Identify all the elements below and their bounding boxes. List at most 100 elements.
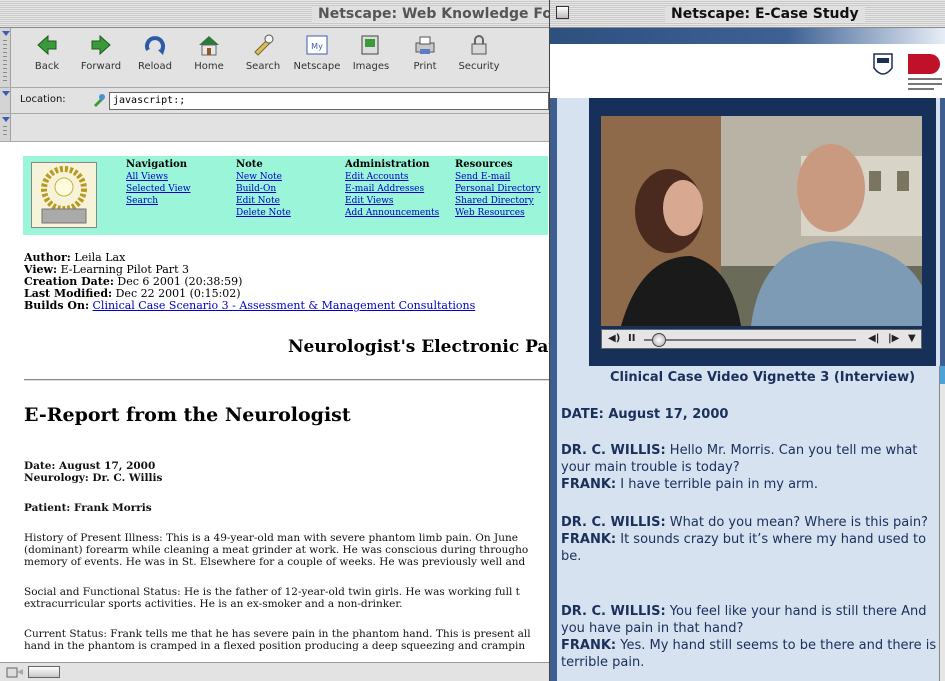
nav-link-selected-view[interactable]: Selected View — [126, 183, 191, 195]
speaker-label: FRANK: — [561, 477, 617, 492]
page-proxy-icon[interactable] — [92, 93, 106, 107]
dialogue-line: DR. C. WILLIS: You feel like your hand i… — [561, 603, 945, 637]
nav-link-personal-directory[interactable]: Personal Directory — [455, 183, 540, 195]
close-box-icon[interactable] — [556, 6, 569, 19]
volume-button[interactable]: ◀) — [608, 333, 620, 344]
lock-icon — [471, 35, 487, 55]
back-button[interactable]: Back — [19, 32, 75, 84]
pause-button[interactable]: II — [628, 333, 635, 344]
netscape-button[interactable]: My Netscape — [289, 32, 345, 84]
step-forward-button[interactable]: |▶ — [888, 333, 899, 344]
video-caption: Clinical Case Video Vignette 3 (Intervie… — [609, 370, 916, 385]
report-date-text: Date: August 17, 2000 — [24, 460, 156, 472]
back-arrow-icon — [37, 34, 57, 56]
images-button[interactable]: Images — [343, 32, 399, 84]
nav-link-delete-note[interactable]: Delete Note — [236, 207, 291, 219]
speaker-label: DR. C. WILLIS: — [561, 515, 666, 530]
header-band — [550, 28, 945, 44]
report-patient: Patient: Frank Morris — [24, 502, 152, 514]
admin-heading: Administration — [345, 159, 430, 170]
nav-link-edit-note[interactable]: Edit Note — [236, 195, 291, 207]
print-icon — [415, 36, 435, 54]
print-label: Print — [413, 61, 437, 72]
case-vertical-scrollbar[interactable] — [939, 366, 945, 681]
location-input[interactable]: javascript:; — [109, 92, 549, 110]
interview-video[interactable] — [601, 116, 922, 326]
dialogue-line: DR. C. WILLIS: Hello Mr. Morris. Can you… — [561, 442, 945, 476]
search-label: Search — [245, 61, 281, 72]
reload-icon — [145, 36, 165, 55]
forum-nav-box: Navigation All Views Selected View Searc… — [23, 156, 548, 235]
netscape-icon: My — [306, 35, 328, 55]
images-label: Images — [352, 61, 390, 72]
search-button[interactable]: Search — [235, 32, 291, 84]
dialogue-text: What do you mean? Where is this pain? — [665, 515, 928, 530]
scroll-thumb[interactable] — [28, 666, 60, 678]
nav-link-edit-accounts[interactable]: Edit Accounts — [345, 171, 439, 183]
case-header — [550, 28, 945, 98]
case-date-text: DATE: August 17, 2000 — [561, 407, 729, 422]
case-scroll-thumb[interactable] — [940, 366, 945, 384]
dialogue-block-1: DR. C. WILLIS: Hello Mr. Morris. Can you… — [561, 442, 945, 493]
case-window-title: Netscape: E-Case Study — [665, 6, 865, 22]
case-date: DATE: August 17, 2000 — [561, 406, 945, 423]
personal-collapse-grip[interactable] — [0, 114, 11, 141]
page-heading: Neurologist's Electronic Pat — [288, 337, 557, 357]
component-bar-icon[interactable] — [6, 665, 24, 679]
lightbulb-wreath-icon — [41, 166, 87, 224]
nav-heading: Navigation — [126, 159, 188, 170]
timeline-knob[interactable] — [652, 333, 666, 347]
knowledge-forum-logo — [31, 162, 97, 228]
location-label: Location: — [20, 94, 66, 105]
note-heading: Note — [236, 159, 263, 170]
reload-label: Reload — [137, 61, 173, 72]
dialogue-line: FRANK: Yes. My hand still seems to be th… — [561, 637, 945, 671]
nav-column-note: Note New Note Build-On Edit Note Delete … — [236, 159, 291, 219]
nav-link-send-email[interactable]: Send E-mail — [455, 171, 540, 183]
nav-link-search[interactable]: Search — [126, 195, 191, 207]
video-timeline[interactable] — [644, 339, 856, 341]
social-line: extracurricular sports activities. He is… — [24, 598, 403, 610]
hpi-line: memory of events. He was in St. Elsewher… — [24, 556, 526, 568]
nav-link-email-addresses[interactable]: E-mail Addresses — [345, 183, 439, 195]
hpi-line: History of Present Illness: This is a 49… — [24, 532, 518, 544]
images-icon — [361, 35, 379, 55]
builds-on-label: Builds On: — [24, 299, 90, 312]
resources-heading: Resources — [455, 159, 513, 170]
step-back-button[interactable]: ◀| — [868, 333, 879, 344]
back-label: Back — [34, 61, 60, 72]
current-status-line: Current Status: Frank tells me that he h… — [24, 628, 531, 640]
current-status-line: hand in the phantom is cramped in a flex… — [24, 640, 526, 652]
case-title-bar[interactable]: Netscape: E-Case Study — [550, 0, 945, 28]
hpi-line: (dominant) forearm while cleaning a meat… — [24, 544, 529, 556]
nav-link-edit-views[interactable]: Edit Views — [345, 195, 439, 207]
university-crest-icon — [873, 53, 893, 75]
location-collapse-grip[interactable] — [0, 88, 11, 113]
video-controls: ◀) II ◀| |▶ ▼ — [601, 329, 922, 349]
home-button[interactable]: Home — [181, 32, 237, 84]
nav-link-add-announcements[interactable]: Add Announcements — [345, 207, 439, 219]
toolbar-collapse-grip[interactable] — [0, 28, 11, 87]
security-button[interactable]: Security — [451, 32, 507, 84]
forward-arrow-icon — [91, 34, 111, 56]
print-button[interactable]: Print — [397, 32, 453, 84]
nav-link-new-note[interactable]: New Note — [236, 171, 291, 183]
nav-link-all-views[interactable]: All Views — [126, 171, 191, 183]
forward-button[interactable]: Forward — [73, 32, 129, 84]
nav-column-resources: Resources Send E-mail Personal Directory… — [455, 159, 540, 219]
svg-text:My: My — [311, 42, 323, 51]
video-still-icon — [601, 116, 922, 326]
video-menu-button[interactable]: ▼ — [908, 333, 916, 344]
nav-link-web-resources[interactable]: Web Resources — [455, 207, 540, 219]
nav-link-shared-directory[interactable]: Shared Directory — [455, 195, 540, 207]
nav-link-build-on[interactable]: Build-On — [236, 183, 291, 195]
builds-on-link[interactable]: Clinical Case Scenario 3 - Assessment & … — [93, 299, 476, 312]
search-icon — [254, 34, 274, 56]
home-label: Home — [194, 61, 224, 72]
e-case-study-window: Netscape: E-Case Study ◀) II ◀| |▶ ▼ Cli… — [549, 0, 945, 681]
dialogue-block-3: DR. C. WILLIS: You feel like your hand i… — [561, 603, 945, 671]
dialogue-line: DR. C. WILLIS: What do you mean? Where i… — [561, 514, 945, 531]
dialogue-text: It sounds crazy but it’s where my hand u… — [561, 532, 927, 564]
dialogue-text: Yes. My hand still seems to be there and… — [561, 638, 937, 670]
reload-button[interactable]: Reload — [127, 32, 183, 84]
